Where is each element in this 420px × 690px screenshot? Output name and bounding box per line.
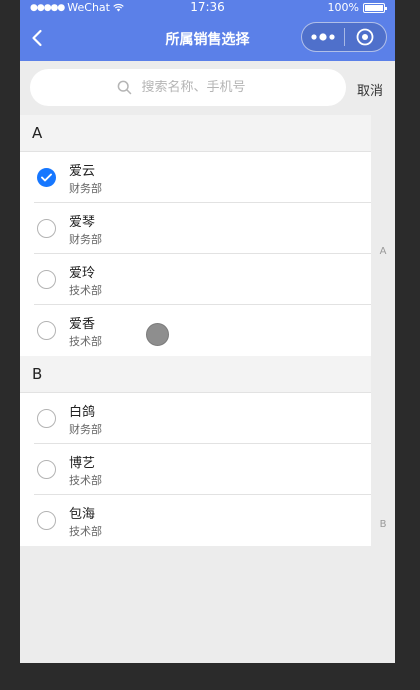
radio-unchecked-icon[interactable] — [37, 460, 56, 479]
battery-status: 100% — [327, 1, 387, 14]
alphabet-index-bar: A B — [371, 115, 395, 545]
item-name: 博艺 — [69, 456, 96, 471]
more-button[interactable] — [302, 23, 344, 51]
touch-indicator — [146, 323, 169, 346]
item-dept: 技术部 — [69, 335, 102, 348]
item-name: 爱云 — [69, 164, 96, 179]
item-name: 爱琴 — [69, 215, 96, 230]
index-letter-b[interactable]: B — [371, 519, 395, 530]
item-name: 爱香 — [69, 317, 96, 332]
radio-unchecked-icon[interactable] — [37, 270, 56, 289]
contact-list: A 爱云 财务部 爱琴 财务部 爱玲 技术部 爱香 技术部 B 白鸽 财务部 博… — [20, 115, 371, 546]
item-name: 包海 — [69, 507, 96, 522]
list-item[interactable]: 爱香 技术部 — [20, 305, 371, 356]
mini-program-capsule — [301, 22, 387, 52]
top-bar: ●●●●● WeChat 17:36 100% 所属销售选择 — [20, 0, 395, 61]
radio-unchecked-icon[interactable] — [37, 409, 56, 428]
cancel-button[interactable]: 取消 — [357, 80, 383, 99]
search-box[interactable] — [30, 69, 346, 106]
phone-screen: ●●●●● WeChat 17:36 100% 所属销售选择 搜索名称、手机号 … — [20, 0, 395, 663]
item-dept: 财务部 — [69, 182, 102, 195]
close-button[interactable] — [345, 23, 387, 51]
search-icon — [117, 80, 131, 95]
battery-icon — [363, 2, 387, 13]
radio-checked-icon[interactable] — [37, 168, 56, 187]
item-name: 白鸽 — [69, 405, 96, 420]
section-header-a: A — [20, 115, 371, 152]
item-dept: 技术部 — [69, 284, 102, 297]
list-item[interactable]: 博艺 技术部 — [20, 444, 371, 495]
item-dept: 技术部 — [69, 474, 102, 487]
search-bar: 取消 — [20, 61, 395, 115]
status-bar: ●●●●● WeChat 17:36 100% — [20, 0, 395, 16]
item-dept: 财务部 — [69, 423, 102, 436]
nav-bar: 所属销售选择 — [20, 18, 395, 58]
list-item[interactable]: 爱云 财务部 — [20, 152, 371, 203]
index-letter-a[interactable]: A — [371, 246, 395, 257]
list-item[interactable]: 爱玲 技术部 — [20, 254, 371, 305]
item-name: 爱玲 — [69, 266, 96, 281]
radio-unchecked-icon[interactable] — [37, 219, 56, 238]
battery-percent: 100% — [327, 1, 359, 14]
list-item[interactable]: 包海 技术部 — [20, 495, 371, 546]
section-header-b: B — [20, 356, 371, 393]
list-item[interactable]: 爱琴 财务部 — [20, 203, 371, 254]
radio-unchecked-icon[interactable] — [37, 511, 56, 530]
bottom-edge — [20, 663, 395, 690]
list-item[interactable]: 白鸽 财务部 — [20, 393, 371, 444]
target-close-icon — [356, 28, 374, 46]
item-dept: 技术部 — [69, 525, 102, 538]
radio-unchecked-icon[interactable] — [37, 321, 56, 340]
more-dots-icon — [311, 33, 335, 41]
item-dept: 财务部 — [69, 233, 102, 246]
search-input[interactable] — [141, 80, 260, 95]
